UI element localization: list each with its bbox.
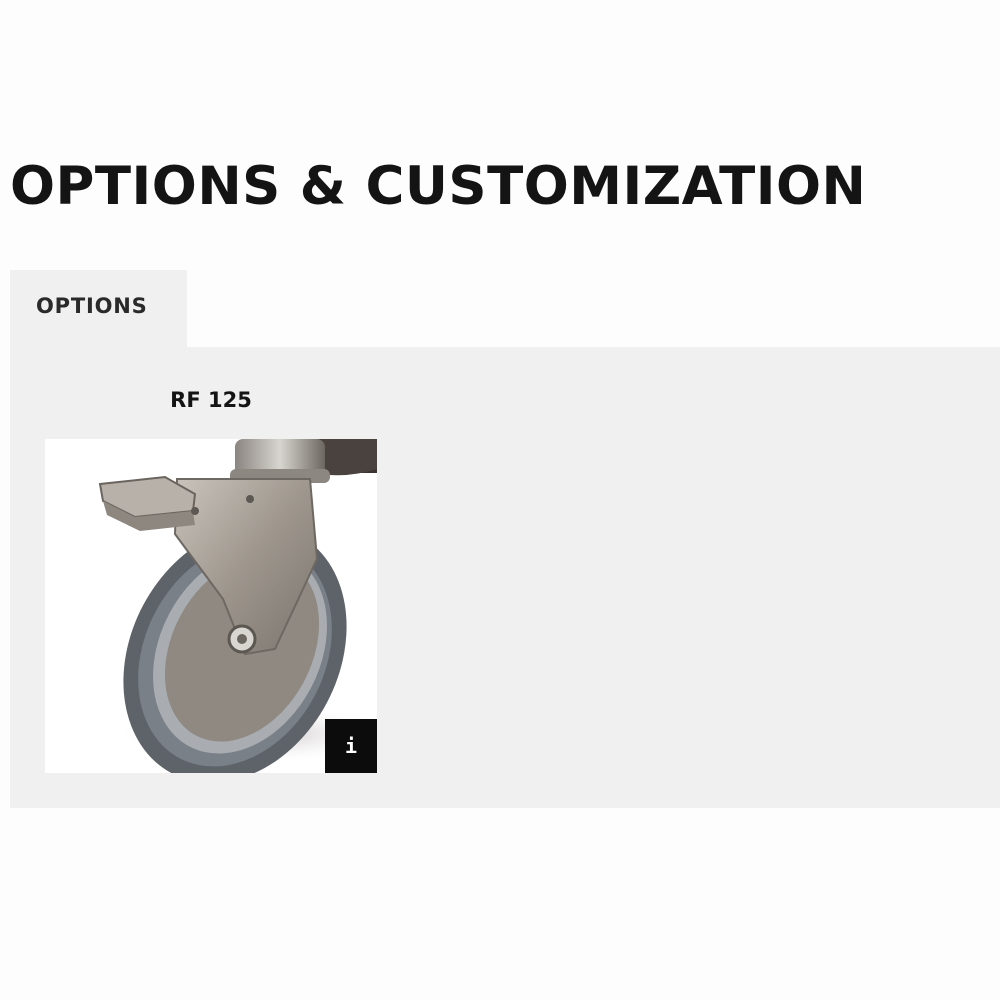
option-name: RF 125: [170, 388, 252, 412]
caster-wheel-image[interactable]: i: [45, 439, 377, 773]
option-card: RF 125 i: [45, 382, 377, 773]
section-title: OPTIONS & CUSTOMIZATION: [10, 156, 867, 217]
info-button[interactable]: i: [325, 719, 377, 773]
page: OPTIONS & CUSTOMIZATION OPTIONS RF 125 i: [0, 0, 1000, 1000]
tab-label: OPTIONS: [36, 294, 148, 318]
info-icon: i: [344, 734, 358, 758]
tab-panel-options: RF 125 i: [10, 347, 1000, 808]
tab-options[interactable]: OPTIONS: [10, 270, 187, 347]
